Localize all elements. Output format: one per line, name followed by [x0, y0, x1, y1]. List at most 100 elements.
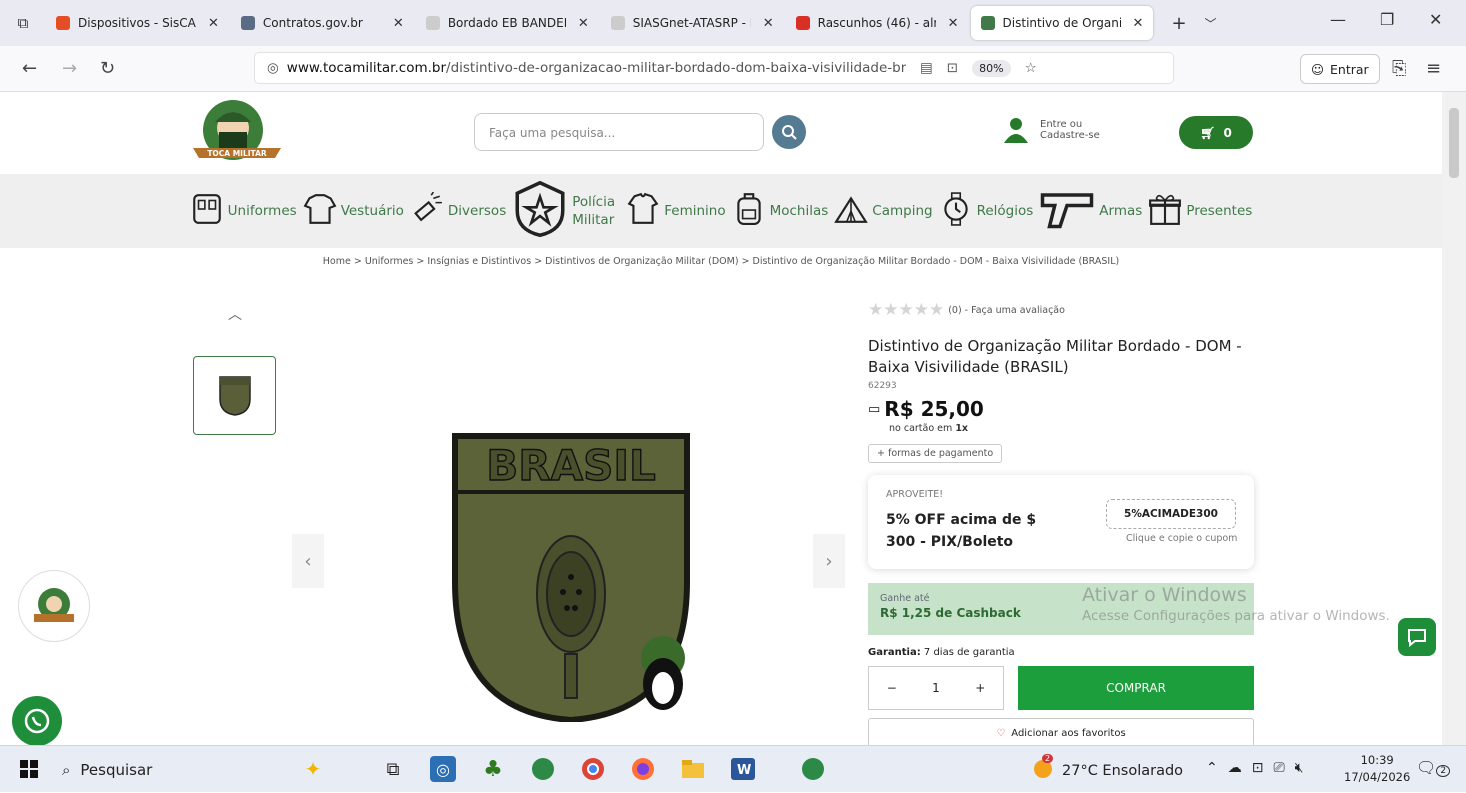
weather-badge: 2 [1042, 754, 1054, 763]
activate-windows-title: Ativar o Windows [1082, 584, 1247, 606]
site-logo[interactable]: TOCA MILITAR [193, 98, 283, 164]
thumbnail-up-arrow[interactable]: ︿ [228, 304, 242, 324]
display-icon[interactable]: ⊡ [1252, 760, 1264, 776]
tab-close-icon[interactable]: ✕ [393, 16, 404, 31]
patch-text: BRASIL [486, 441, 656, 490]
category-6[interactable]: Mochilas [732, 192, 829, 230]
tab-favicon-icon [610, 16, 625, 30]
category-9[interactable]: Armas [1039, 181, 1142, 241]
product-thumbnail[interactable] [193, 356, 276, 435]
gallery-prev-button[interactable]: ‹ [292, 534, 324, 588]
favorite-label: Adicionar aos favoritos [1011, 727, 1126, 739]
menu-icon[interactable]: ≡ [1426, 58, 1441, 79]
tree-app-icon[interactable]: ♣ [480, 756, 506, 782]
whatsapp-button[interactable] [12, 696, 62, 745]
browser-tab[interactable]: Contratos.gov.br ✕ [231, 6, 414, 40]
tab-title: Contratos.gov.br [262, 16, 363, 30]
whatsapp-taskbar-icon-2[interactable] [800, 756, 826, 782]
reload-icon[interactable]: ↻ [100, 58, 115, 79]
onedrive-icon[interactable]: ☁ [1228, 760, 1242, 776]
browser-tab[interactable]: SIASGnet-ATASRP - Pesqui ✕ [601, 6, 784, 40]
back-icon[interactable]: ← [22, 58, 37, 79]
signin-label: Entrar [1330, 61, 1369, 77]
decrease-button[interactable]: − [887, 681, 897, 695]
add-favorite-button[interactable]: ♡ Adicionar aos favoritos [868, 718, 1254, 745]
copilot-sparkle-icon[interactable]: ✦ [300, 756, 326, 782]
browser-tab[interactable]: Dispositivos - SisCAU ✕ [46, 6, 229, 40]
extensions-icon[interactable]: ⎘ [1392, 58, 1406, 79]
word-icon[interactable]: W [730, 756, 756, 782]
floating-logo-button[interactable] [18, 570, 90, 642]
address-bar[interactable]: ◎ www.tocamilitar.com.br/distintivo-de-o… [254, 52, 1174, 84]
chrome-icon[interactable] [580, 756, 606, 782]
category-10[interactable]: Presentes [1148, 192, 1252, 230]
tray-chevron-icon[interactable]: ⌃ [1206, 760, 1218, 776]
page-scrollbar[interactable] [1442, 92, 1466, 745]
forward-icon[interactable]: → [62, 58, 77, 79]
tab-list-icon[interactable]: ⧉ [0, 14, 46, 32]
search-input[interactable]: Faça uma pesquisa... [474, 113, 764, 151]
category-3[interactable]: Diversos [410, 191, 506, 230]
category-8[interactable]: Relógios [939, 192, 1033, 230]
coupon-code[interactable]: 5%ACIMADE300 [1106, 499, 1236, 529]
browser-tab[interactable]: Bordado EB BANDEIRA DO ✕ [416, 6, 599, 40]
search-button[interactable] [772, 115, 806, 149]
task-view-icon[interactable]: ⧉ [380, 756, 406, 782]
promo-card: APROVEITE! 5% OFF acima de $ 300 - PIX/B… [868, 475, 1254, 569]
cart-button[interactable]: 🛒︎ 0 [1179, 116, 1253, 149]
increase-button[interactable]: + [975, 681, 985, 695]
category-2[interactable]: Vestuário [303, 192, 404, 230]
tab-close-icon[interactable]: ✕ [208, 16, 219, 31]
category-7[interactable]: Camping [834, 192, 933, 230]
zoom-level[interactable]: 80% [972, 59, 1011, 77]
tab-close-icon[interactable]: ✕ [948, 16, 959, 31]
rating-text[interactable]: (0) - Faça uma avaliação [948, 305, 1065, 316]
restore-icon[interactable]: ❐ [1380, 10, 1394, 29]
close-window-icon[interactable]: ✕ [1429, 10, 1442, 29]
weather-widget[interactable]: 2 27°C Ensolarado [1032, 754, 1183, 784]
taskbar-search[interactable]: ⌕ Pesquisar [62, 746, 152, 793]
category-5[interactable]: Feminino [626, 192, 726, 230]
quantity-stepper[interactable]: − 1 + [868, 666, 1004, 710]
category-4[interactable]: Polícia Militar [512, 180, 620, 241]
volume-muted-icon[interactable]: 🔇︎ [1295, 760, 1304, 776]
buy-button[interactable]: COMPRAR [1018, 666, 1254, 710]
breadcrumb[interactable]: Home > Uniformes > Insígnias e Distintiv… [0, 256, 1442, 267]
signin-button[interactable]: ☺ Entrar [1300, 54, 1380, 84]
rating[interactable]: ★★★★★ (0) - Faça uma avaliação [868, 300, 1258, 320]
heart-icon: ♡ [996, 727, 1006, 739]
app-icon-blue[interactable]: ◎ [430, 756, 456, 782]
bookmark-star-icon[interactable]: ☆ [1025, 60, 1037, 76]
quantity-value[interactable]: 1 [932, 681, 940, 695]
network-icon[interactable]: ⎚ [1273, 760, 1284, 776]
tab-close-icon[interactable]: ✕ [578, 16, 589, 31]
chat-button[interactable] [1398, 618, 1436, 656]
card-icon: ▭ [868, 401, 881, 417]
whatsapp-taskbar-icon[interactable] [530, 756, 556, 782]
notification-icon[interactable]: 🗨︎ 2 [1416, 758, 1451, 777]
system-tray[interactable]: ⌃ ☁ ⊡ ⎚ 🔇︎ [1206, 760, 1304, 776]
reader-view-icon[interactable]: ▤ [920, 60, 933, 76]
account-icon: ☺ [1311, 61, 1325, 77]
browser-tab[interactable]: Distintivo de Organiza ✕ [970, 6, 1154, 40]
save-icon[interactable]: ⊡ [947, 60, 958, 76]
minimize-icon[interactable]: — [1330, 10, 1346, 29]
browser-tab[interactable]: Rascunhos (46) - almo ✕ [786, 6, 969, 40]
windows-start-icon[interactable] [16, 756, 42, 782]
file-explorer-icon[interactable] [680, 756, 706, 782]
scrollbar-thumb[interactable] [1449, 108, 1459, 178]
tab-close-icon[interactable]: ✕ [1133, 16, 1144, 31]
category-1[interactable]: Uniformes [190, 192, 297, 230]
category-label: Mochilas [769, 203, 829, 219]
account-link[interactable]: Entre ou Cadastre-se [1002, 117, 1110, 143]
chevron-down-icon[interactable]: ﹀ [1205, 15, 1217, 32]
site-security-icon[interactable]: ◎ [267, 60, 279, 76]
firefox-icon[interactable] [630, 756, 656, 782]
gallery-next-button[interactable]: › [813, 534, 845, 588]
tab-favicon-icon [240, 16, 255, 30]
clock[interactable]: 10:39 17/04/2026 [1344, 752, 1410, 786]
tab-close-icon[interactable]: ✕ [763, 16, 774, 31]
chat-icon [1408, 629, 1426, 647]
payment-options-button[interactable]: + formas de pagamento [868, 444, 1003, 463]
new-tab-button[interactable]: + [1171, 13, 1186, 34]
